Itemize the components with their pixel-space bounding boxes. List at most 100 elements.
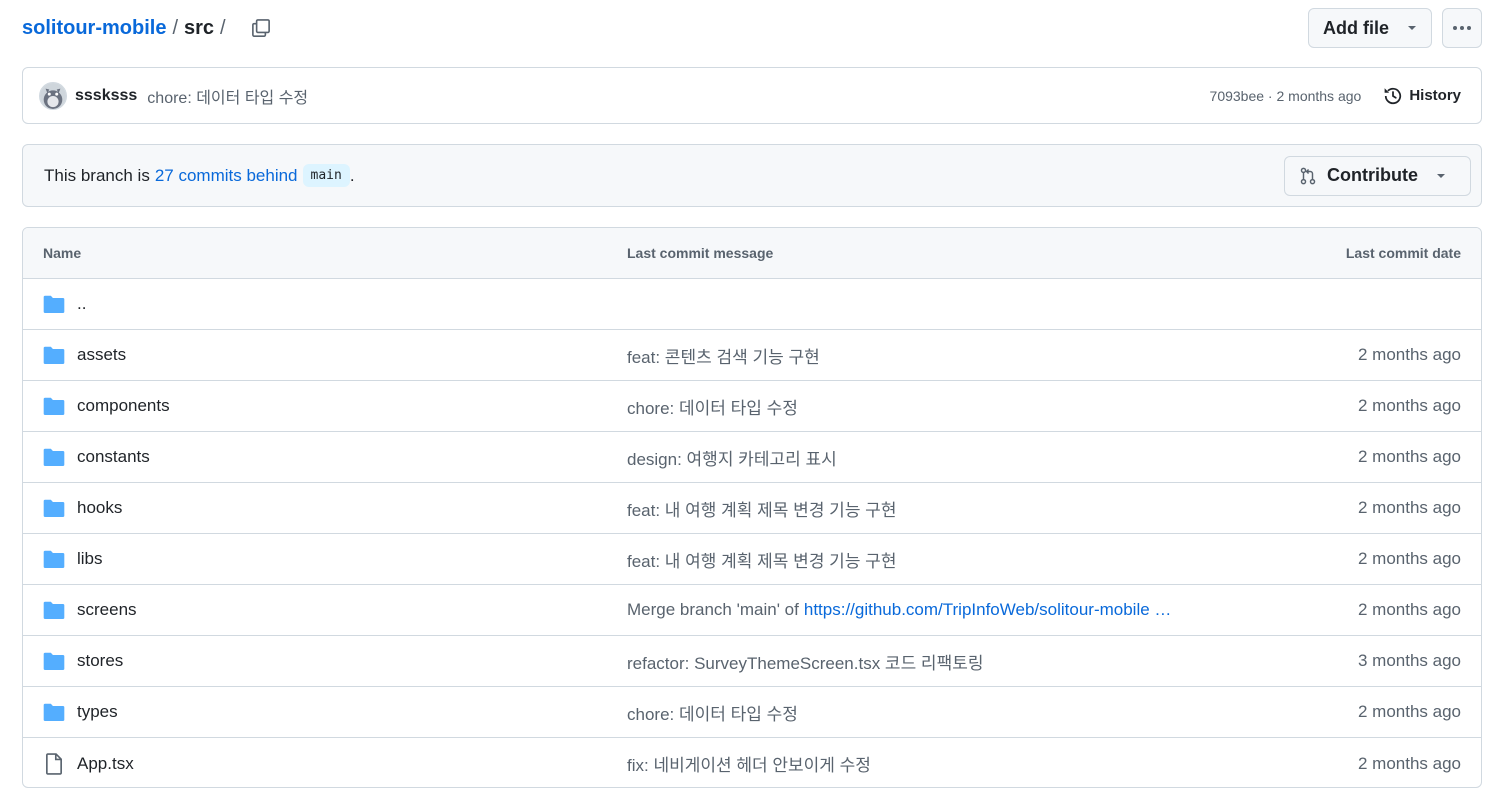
file-row[interactable]: hooks feat: 내 여행 계획 제목 변경 기능 구현 2 months a…	[23, 483, 1481, 534]
breadcrumb-trailing-separator: /	[220, 16, 226, 39]
file-table-header: Name Last commit message Last commit dat…	[23, 228, 1481, 279]
folder-icon-wrap	[43, 293, 65, 315]
commit-message-cell: feat: 내 여행 계획 제목 변경 기능 구현	[627, 547, 1221, 572]
commit-message-cell: fix: 네비게이션 헤더 안보이게 수정	[627, 751, 1221, 776]
branch-status-prefix: This branch is	[44, 165, 150, 185]
row-commit-message[interactable]: fix: 네비게이션 헤더 안보이게 수정	[627, 751, 871, 776]
file-name-cell: libs	[23, 548, 627, 570]
commit-date-cell: 2 months ago	[1221, 549, 1481, 569]
kebab-horizontal-icon	[1453, 26, 1471, 30]
history-button[interactable]: History	[1383, 86, 1461, 106]
folder-icon	[43, 295, 65, 313]
copy-path-button[interactable]	[246, 13, 276, 43]
folder-icon-wrap	[43, 395, 65, 417]
commit-date-cell: 2 months ago	[1221, 702, 1481, 722]
contribute-button[interactable]: Contribute	[1284, 155, 1471, 196]
file-name-link[interactable]: constants	[77, 447, 150, 467]
file-name-cell: components	[23, 395, 627, 417]
commit-date-cell: 2 months ago	[1221, 447, 1481, 467]
row-commit-message[interactable]: refactor: SurveyThemeScreen.tsx 코드 리팩토링	[627, 649, 984, 674]
branch-status-suffix: .	[349, 165, 355, 185]
add-file-button[interactable]: Add file	[1308, 8, 1432, 48]
repo-file-browser: solitour-mobile / src / Add file sssksss…	[0, 0, 1497, 798]
row-commit-date: 2 months ago	[1357, 498, 1461, 517]
breadcrumb-repo-link[interactable]: solitour-mobile	[22, 17, 166, 40]
file-name-cell: stores	[23, 650, 627, 672]
file-name-cell: App.tsx	[23, 752, 627, 775]
commit-message-cell: feat: 콘텐츠 검색 기능 구현	[627, 343, 1221, 368]
breadcrumb: solitour-mobile / src /	[22, 17, 232, 40]
branch-name-badge[interactable]: main	[302, 164, 350, 187]
row-commit-message[interactable]: feat: 내 여행 계획 제목 변경 기능 구현	[627, 496, 896, 521]
row-commit-message[interactable]: feat: 내 여행 계획 제목 변경 기능 구현	[627, 547, 896, 572]
row-commit-message[interactable]: feat: 콘텐츠 검색 기능 구현	[627, 343, 820, 368]
row-commit-message-link[interactable]: https://github.com/TripInfoWeb/solitour-…	[804, 600, 1172, 620]
row-commit-date: 2 months ago	[1357, 702, 1461, 721]
folder-icon	[43, 499, 65, 517]
commit-hash-and-time[interactable]: 7093bee · 2 months ago	[1210, 88, 1362, 104]
file-row[interactable]: App.tsx fix: 네비게이션 헤더 안보이게 수정 2 months ago	[23, 738, 1481, 787]
header-name: Name	[43, 245, 82, 261]
author-avatar[interactable]	[39, 81, 67, 110]
commit-date-cell: 2 months ago	[1221, 498, 1481, 518]
commit-author-link[interactable]: sssksss	[75, 87, 137, 105]
file-row[interactable]: stores refactor: SurveyThemeScreen.tsx 코드…	[23, 636, 1481, 687]
copy-icon	[251, 19, 270, 37]
file-name-cell: screens	[23, 599, 627, 621]
history-label: History	[1409, 87, 1461, 104]
commit-message-cell: refactor: SurveyThemeScreen.tsx 코드 리팩토링	[627, 649, 1221, 674]
row-commit-date: 2 months ago	[1357, 345, 1461, 364]
file-name-link[interactable]: types	[77, 702, 118, 722]
more-options-button[interactable]	[1442, 8, 1482, 48]
row-commit-date: 3 months ago	[1357, 651, 1461, 670]
file-name-cell: hooks	[23, 497, 627, 519]
folder-icon	[43, 550, 65, 568]
row-commit-message[interactable]: Merge branch 'main' of	[627, 600, 799, 620]
row-commit-date: 2 months ago	[1357, 753, 1461, 773]
commit-date-cell: 2 months ago	[1221, 754, 1481, 774]
commit-message-link[interactable]: chore: 데이터 타입 수정	[147, 84, 308, 108]
file-row[interactable]: types chore: 데이터 타입 수정 2 months ago	[23, 687, 1481, 738]
commit-message-cell: design: 여행지 카테고리 표시	[627, 445, 1221, 470]
commit-date-cell: 2 months ago	[1221, 396, 1481, 416]
row-commit-message[interactable]: chore: 데이터 타입 수정	[627, 394, 798, 419]
caret-down-icon	[1437, 173, 1445, 178]
commits-behind-link[interactable]: 27 commits behind	[155, 166, 298, 186]
commit-message-cell: Merge branch 'main' of https://github.com…	[627, 600, 1221, 620]
row-commit-date: 2 months ago	[1357, 396, 1461, 415]
file-row[interactable]: components chore: 데이터 타입 수정 2 months ago	[23, 381, 1481, 432]
commit-date-cell: 2 months ago	[1221, 345, 1481, 365]
breadcrumb-separator: /	[172, 16, 179, 39]
avatar-icon	[40, 82, 66, 109]
file-name-link[interactable]: components	[77, 396, 170, 416]
folder-icon-wrap	[43, 497, 65, 519]
file-name-link[interactable]: screens	[77, 600, 137, 620]
row-commit-message[interactable]: design: 여행지 카테고리 표시	[627, 445, 837, 470]
file-row[interactable]: libs feat: 내 여행 계획 제목 변경 기능 구현 2 months ag…	[23, 534, 1481, 585]
git-pull-request-icon	[1300, 167, 1316, 184]
commit-date-cell: 2 months ago	[1221, 600, 1481, 620]
branch-status-bar: This branch is 27 commits behind main . …	[22, 144, 1482, 207]
file-name-cell: constants	[23, 446, 627, 468]
file-name-link[interactable]: ..	[77, 294, 86, 314]
file-table-body: .. assets feat: 콘텐츠 검색 기능 구현 2 months ago co…	[23, 279, 1481, 787]
file-row[interactable]: screens Merge branch 'main' of https://git…	[23, 585, 1481, 636]
row-commit-message[interactable]: chore: 데이터 타입 수정	[627, 700, 798, 725]
file-name-link[interactable]: libs	[77, 549, 103, 569]
history-icon	[1384, 87, 1402, 104]
folder-icon	[43, 346, 65, 364]
row-commit-date: 2 months ago	[1357, 447, 1461, 466]
header-last-commit-message: Last commit message	[627, 245, 774, 261]
folder-icon-wrap	[43, 344, 65, 366]
file-row[interactable]: assets feat: 콘텐츠 검색 기능 구현 2 months ago	[23, 330, 1481, 381]
file-name-link[interactable]: assets	[77, 345, 126, 365]
folder-icon	[43, 397, 65, 415]
file-name-link[interactable]: stores	[77, 651, 123, 671]
file-name-link[interactable]: App.tsx	[77, 754, 134, 774]
file-row[interactable]: ..	[23, 279, 1481, 330]
file-name-link[interactable]: hooks	[77, 498, 122, 518]
commit-message-cell: chore: 데이터 타입 수정	[627, 700, 1221, 725]
toolbar: Add file	[1308, 8, 1482, 48]
file-row[interactable]: constants design: 여행지 카테고리 표시 2 months ago	[23, 432, 1481, 483]
breadcrumb-current-dir: src	[184, 16, 215, 39]
